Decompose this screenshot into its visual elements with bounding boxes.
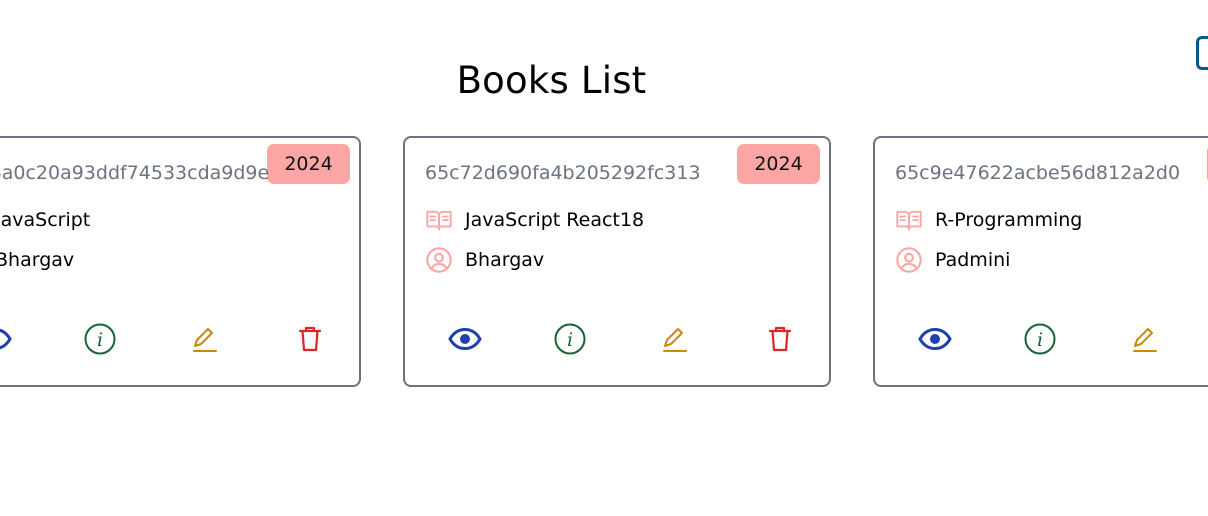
edit-button[interactable] — [658, 322, 692, 356]
eye-icon — [918, 327, 952, 351]
publish-year-badge: 2024 — [737, 144, 820, 184]
page-title: Books List — [456, 58, 647, 102]
svg-text:i: i — [567, 329, 573, 351]
pencil-icon — [663, 328, 687, 352]
book-author-row: Bhargav — [0, 246, 74, 274]
trash-icon — [768, 326, 792, 352]
info-button[interactable]: i — [1023, 322, 1057, 356]
book-title: R-Programming — [935, 209, 1083, 231]
delete-button[interactable] — [293, 322, 327, 356]
svg-text:i: i — [97, 329, 103, 351]
info-button[interactable]: i — [83, 322, 117, 356]
info-circle-icon: i — [1024, 323, 1056, 355]
view-button[interactable] — [0, 322, 12, 356]
book-open-icon — [425, 206, 453, 234]
publish-year-badge: 2024 — [267, 144, 350, 184]
book-open-icon — [895, 206, 923, 234]
edit-button[interactable] — [1128, 322, 1162, 356]
book-author-row: Bhargav — [425, 246, 544, 274]
add-book-button[interactable] — [1196, 36, 1208, 70]
svg-text:i: i — [1037, 329, 1043, 351]
book-author: Padmini — [935, 249, 1011, 271]
book-author: Bhargav — [0, 249, 75, 271]
book-title-row: JavaScript — [0, 206, 90, 234]
pencil-icon — [1133, 328, 1157, 352]
info-circle-icon: i — [554, 323, 586, 355]
pencil-icon — [193, 328, 217, 352]
book-id: 65c6a0c20a93ddf74533cda9d9e — [0, 162, 270, 184]
info-circle-icon: i — [84, 323, 116, 355]
trash-icon — [298, 326, 322, 352]
book-author-row: Padmini — [895, 246, 1010, 274]
delete-button[interactable] — [763, 322, 797, 356]
book-id: 65c72d690fa4b205292fc313 — [425, 162, 701, 184]
book-title: JavaScript React18 — [465, 209, 645, 231]
eye-icon — [0, 328, 12, 350]
edit-button[interactable] — [188, 322, 222, 356]
book-author: Bhargav — [465, 249, 545, 271]
book-card: 2024 65c6a0c20a93ddf74533cda9d9e JavaScr… — [0, 136, 361, 387]
view-button[interactable] — [448, 322, 482, 356]
book-card: 2024 65c72d690fa4b205292fc313 JavaScript… — [403, 136, 831, 387]
user-circle-icon — [425, 246, 453, 274]
book-title-row: JavaScript React18 — [425, 206, 644, 234]
books-page: Books List 2024 65c6a0c20a93ddf74533cda9… — [0, 0, 1208, 516]
eye-icon — [448, 327, 482, 351]
book-card: 2024 65c9e47622acbe56d812a2d0 R-Programm… — [873, 136, 1208, 387]
user-circle-icon — [895, 246, 923, 274]
info-button[interactable]: i — [553, 322, 587, 356]
book-id: 65c9e47622acbe56d812a2d0 — [895, 162, 1181, 184]
book-title-row: R-Programming — [895, 206, 1082, 234]
view-button[interactable] — [918, 322, 952, 356]
book-title: JavaScript — [0, 209, 91, 231]
